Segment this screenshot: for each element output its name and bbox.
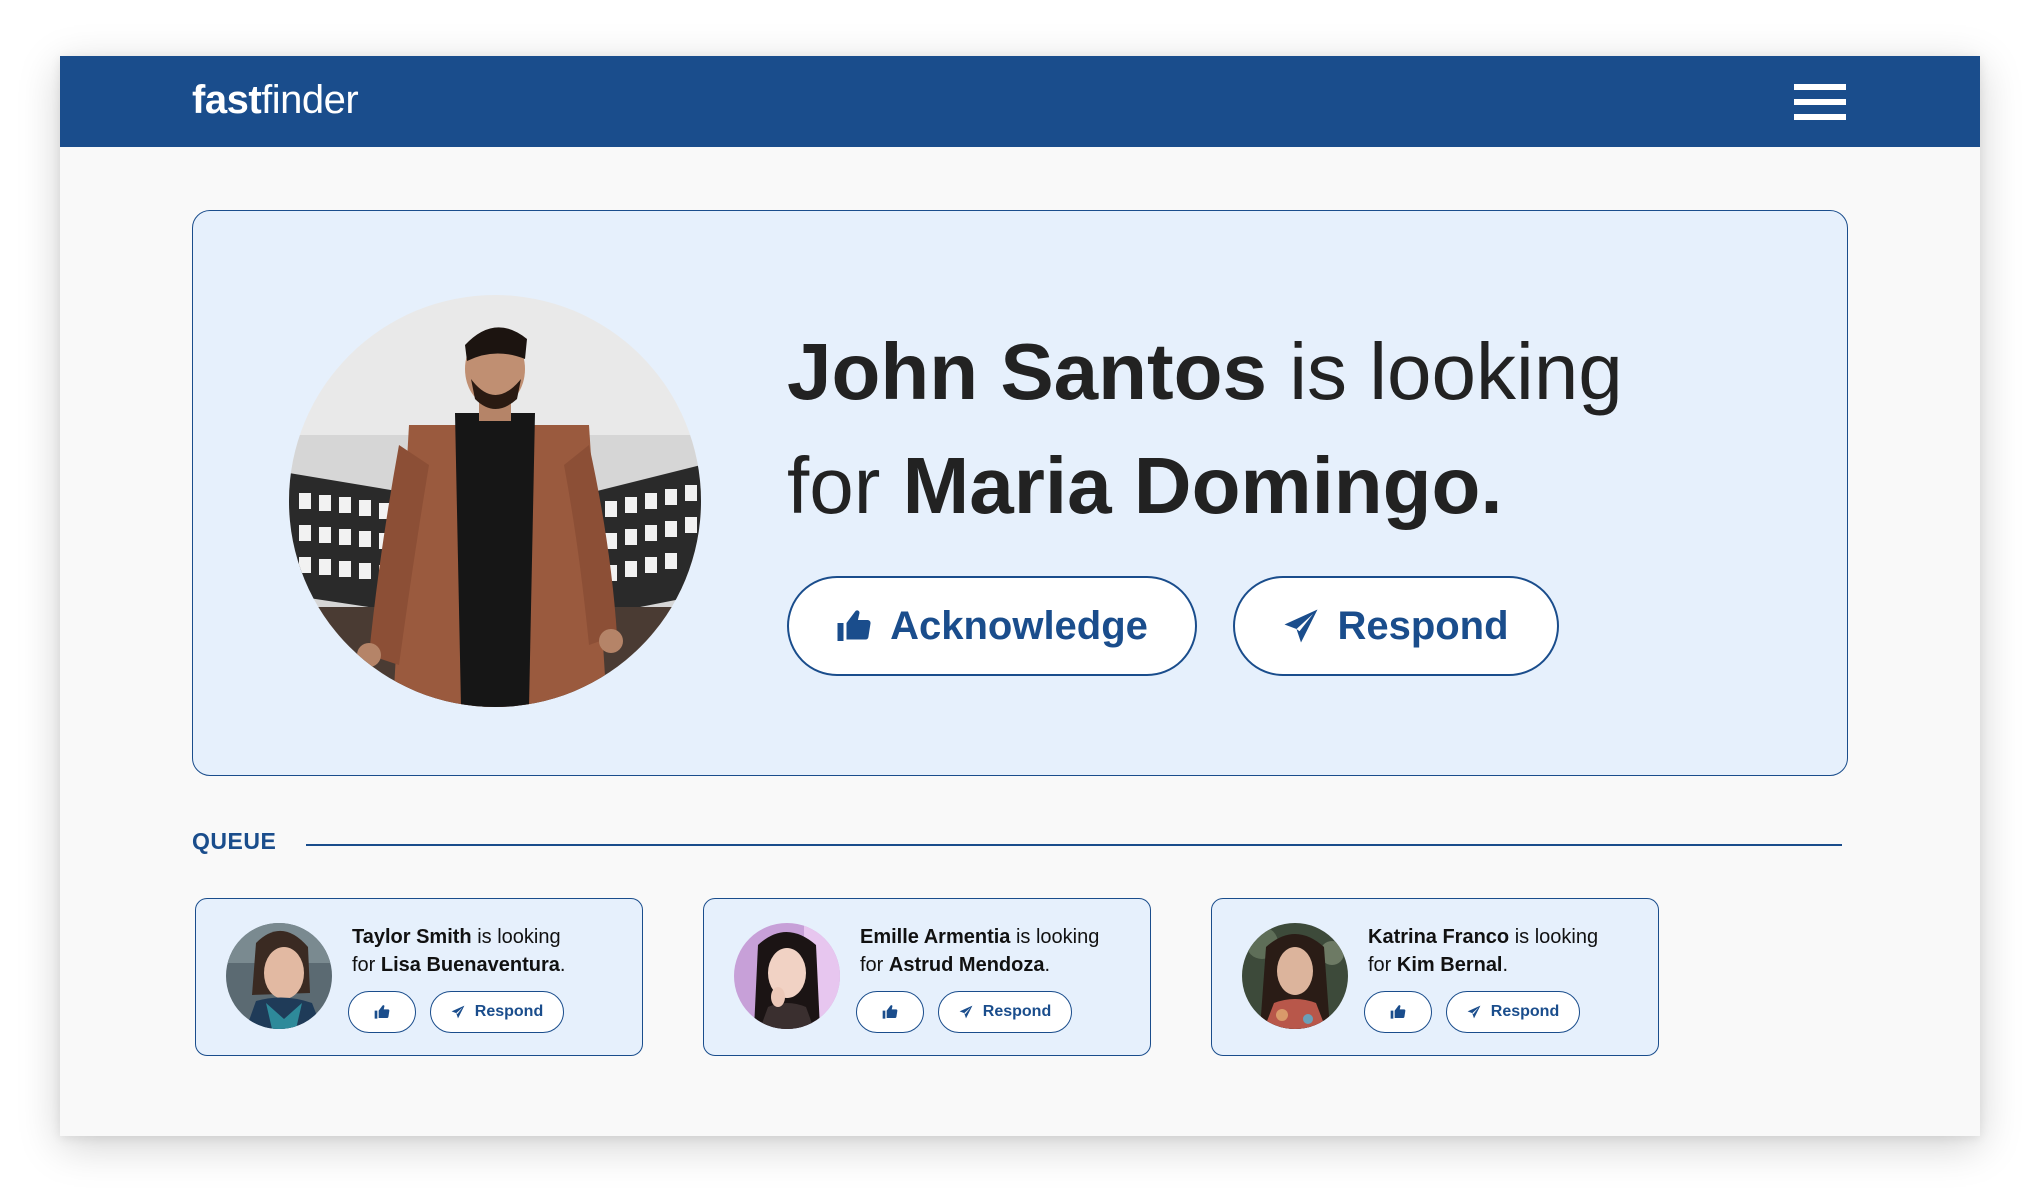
queue-respond-button[interactable]: Respond bbox=[1446, 991, 1580, 1033]
queue-acknowledge-button[interactable] bbox=[1364, 991, 1432, 1033]
queue-requester-name: Emille Armentia bbox=[860, 926, 1011, 948]
queue-respond-label: Respond bbox=[982, 1003, 1052, 1020]
queue-avatar bbox=[1242, 923, 1348, 1029]
queue-looking-text: is looking bbox=[477, 926, 561, 948]
for-text: for bbox=[787, 441, 881, 530]
respond-button[interactable]: Respond bbox=[1233, 576, 1559, 676]
queue-respond-button[interactable]: Respond bbox=[938, 991, 1072, 1033]
queue-requester-name: Taylor Smith bbox=[352, 926, 472, 948]
requester-name: John Santos bbox=[787, 327, 1268, 416]
queue-card: Taylor Smith is looking for Lisa Buenaven… bbox=[195, 898, 643, 1056]
queue-respond-label: Respond bbox=[474, 1003, 544, 1020]
paper-plane-icon bbox=[451, 1005, 465, 1019]
paper-plane-icon bbox=[1283, 608, 1319, 644]
queue-request-text: Taylor Smith is looking for Lisa Buenaven… bbox=[352, 923, 632, 979]
top-navbar: fastfinder bbox=[60, 56, 1980, 147]
queue-acknowledge-button[interactable] bbox=[348, 991, 416, 1033]
queue-looking-text: is looking bbox=[1015, 926, 1100, 948]
queue-divider bbox=[306, 844, 1842, 846]
looking-text: is looking bbox=[1289, 327, 1623, 416]
brand-light-text: finder bbox=[261, 78, 359, 122]
thumbs-up-icon bbox=[1390, 1004, 1406, 1020]
queue-period: . bbox=[1044, 954, 1051, 976]
acknowledge-label: Acknowledge bbox=[890, 603, 1148, 648]
current-request-panel: John Santos is looking for Maria Domingo.… bbox=[192, 210, 1848, 776]
queue-for-text: for bbox=[1368, 954, 1392, 976]
queue-heading: QUEUE bbox=[192, 828, 277, 854]
queue-card: Emille Armentia is looking for Astrud Men… bbox=[703, 898, 1151, 1056]
queue-target-name: Lisa Buenaventura bbox=[380, 954, 560, 976]
queue-respond-label: Respond bbox=[1490, 1003, 1560, 1020]
paper-plane-icon bbox=[1467, 1005, 1481, 1019]
brand-bold-text: fast bbox=[192, 78, 262, 122]
queue-period: . bbox=[559, 954, 566, 976]
queue-avatar bbox=[734, 923, 840, 1029]
requester-avatar bbox=[289, 295, 701, 707]
queue-request-text: Katrina Franco is looking for Kim Bernal. bbox=[1368, 923, 1648, 979]
request-headline: John Santos is looking for Maria Domingo. bbox=[787, 315, 1687, 543]
queue-avatar bbox=[226, 923, 332, 1029]
queue-acknowledge-button[interactable] bbox=[856, 991, 924, 1033]
queue-card: Katrina Franco is looking for Kim Bernal.… bbox=[1211, 898, 1659, 1056]
queue-target-name: Astrud Mendoza bbox=[888, 954, 1045, 976]
queue-for-text: for bbox=[352, 954, 376, 976]
thumbs-up-icon bbox=[374, 1004, 390, 1020]
queue-looking-text: is looking bbox=[1514, 926, 1599, 948]
paper-plane-icon bbox=[959, 1005, 973, 1019]
queue-period: . bbox=[1502, 954, 1509, 976]
queue-respond-button[interactable]: Respond bbox=[430, 991, 564, 1033]
thumbs-up-icon bbox=[882, 1004, 898, 1020]
queue-for-text: for bbox=[860, 954, 884, 976]
queue-requester-name: Katrina Franco bbox=[1368, 926, 1510, 948]
queue-request-text: Emille Armentia is looking for Astrud Men… bbox=[860, 923, 1140, 979]
hamburger-menu-icon[interactable] bbox=[1794, 84, 1846, 120]
thumbs-up-icon bbox=[836, 608, 872, 644]
brand-logo[interactable]: fastfinder bbox=[192, 78, 359, 123]
acknowledge-button[interactable]: Acknowledge bbox=[787, 576, 1197, 676]
queue-target-name: Kim Bernal bbox=[1396, 954, 1503, 976]
target-name: Maria Domingo bbox=[902, 441, 1481, 530]
respond-label: Respond bbox=[1337, 603, 1509, 648]
headline-period: . bbox=[1480, 441, 1503, 530]
app-window: fastfinder John Santos is looking for Ma… bbox=[60, 56, 1980, 1136]
